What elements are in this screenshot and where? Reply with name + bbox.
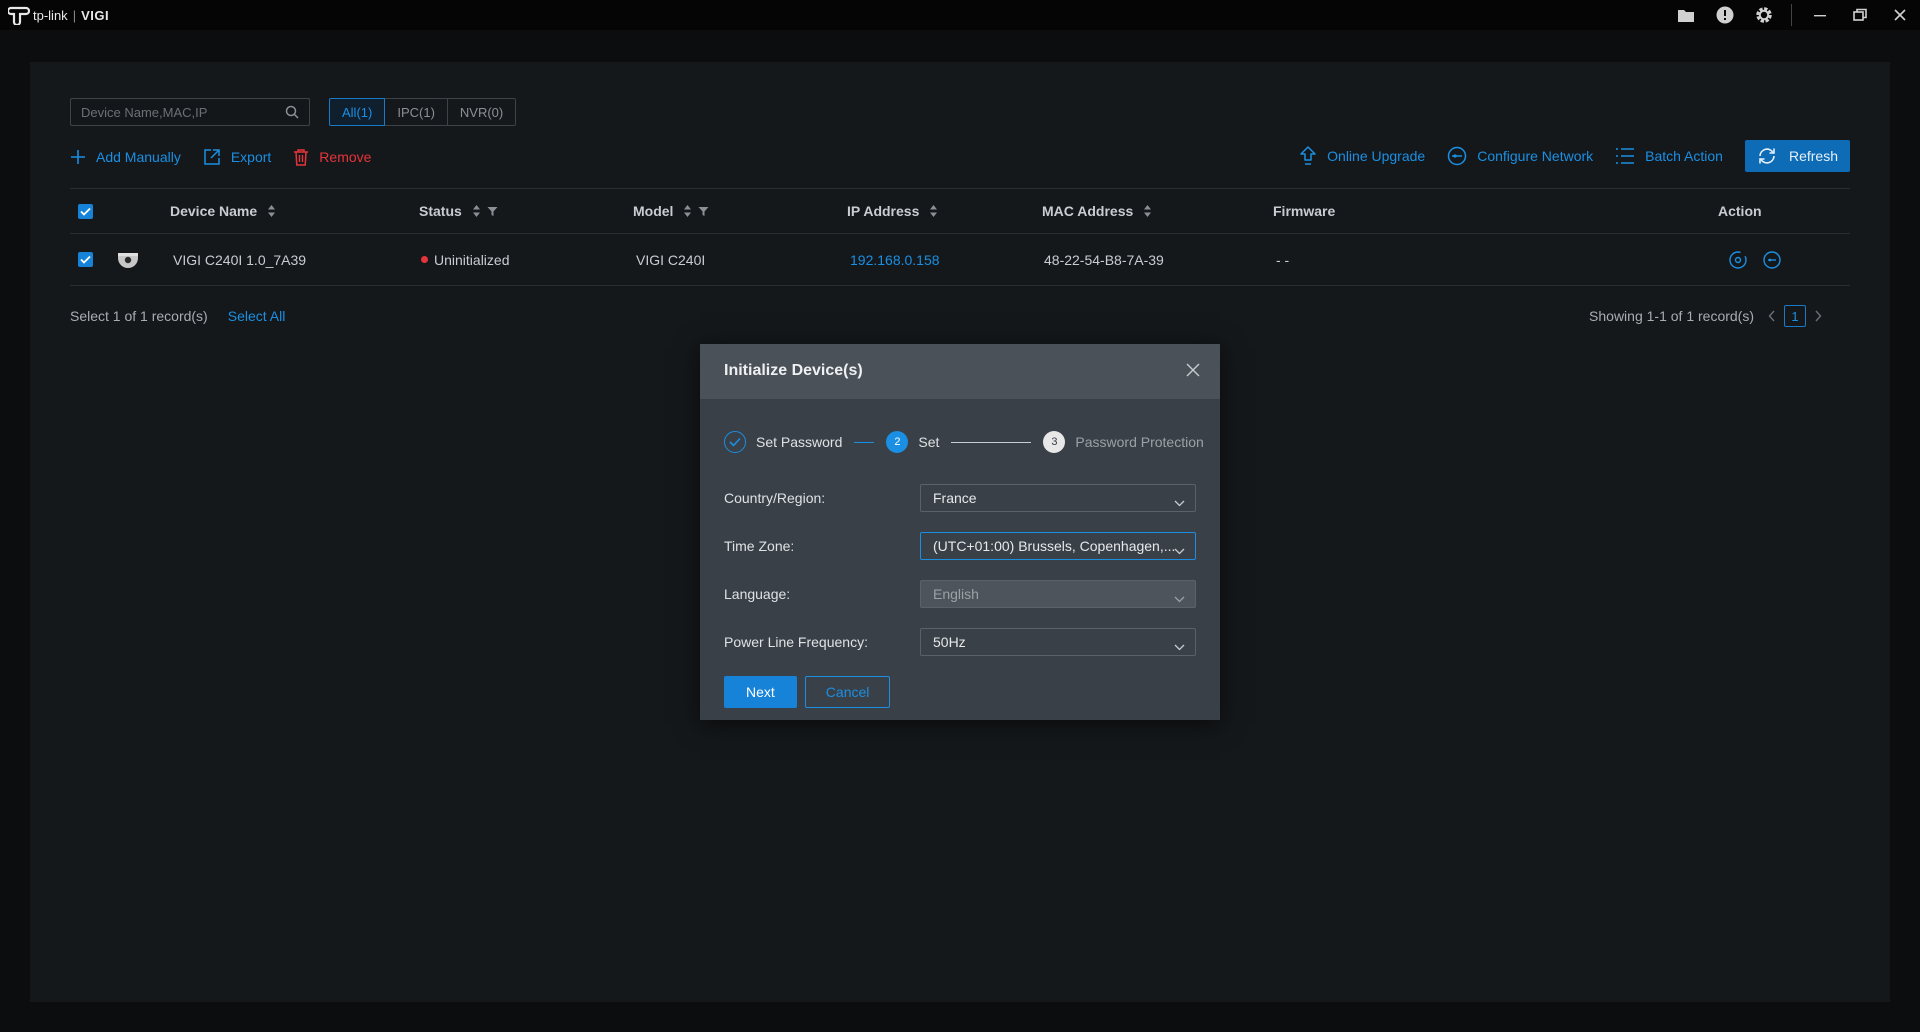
- country-region-select[interactable]: France: [920, 484, 1196, 512]
- select-all-checkbox[interactable]: [78, 203, 93, 219]
- restore-button[interactable]: [1840, 0, 1880, 30]
- step-set-password: Set Password: [756, 434, 843, 450]
- upgrade-icon: [1300, 146, 1316, 165]
- sort-icon[interactable]: [267, 204, 276, 218]
- time-zone-select[interactable]: (UTC+01:00) Brussels, Copenhagen,...: [920, 532, 1196, 560]
- title-bar: tp-link | VIGI: [0, 0, 1920, 30]
- filter-icon[interactable]: [698, 206, 709, 217]
- device-name-cell: VIGI C240I 1.0_7A39: [173, 251, 307, 268]
- sort-icon[interactable]: [929, 204, 938, 218]
- model-cell: VIGI C240I: [636, 251, 706, 268]
- table-row[interactable]: VIGI C240I 1.0_7A39 Uninitialized VIGI C…: [70, 234, 1850, 286]
- device-type-filter: All(1) IPC(1) NVR(0): [329, 98, 517, 126]
- time-zone-row: Time Zone: (UTC+01:00) Brussels, Copenha…: [724, 532, 1196, 560]
- initialize-icon[interactable]: [1728, 250, 1748, 270]
- mac-address-cell: 48-22-54-B8-7A-39: [1044, 251, 1164, 268]
- sort-icon[interactable]: [683, 204, 692, 218]
- app-logo: tp-link | VIGI: [8, 4, 109, 26]
- chevron-down-icon: [1174, 638, 1185, 654]
- step-indicator: Set Password 2 Set 3 Password Protection: [724, 430, 1204, 454]
- country-region-row: Country/Region: France: [724, 484, 1196, 512]
- info-icon[interactable]: [1705, 0, 1744, 30]
- select-all-link[interactable]: Select All: [228, 308, 286, 324]
- tplink-logo-icon: [8, 6, 30, 25]
- step-password-protection: Password Protection: [1075, 434, 1204, 450]
- column-device-name[interactable]: Device Name: [170, 189, 276, 233]
- plus-icon: [71, 150, 85, 164]
- column-firmware: Firmware: [1273, 203, 1336, 219]
- initialize-device-dialog: Initialize Device(s) Set Password 2 Set …: [700, 344, 1220, 720]
- filter-icon[interactable]: [487, 206, 498, 217]
- camera-icon: [117, 234, 139, 285]
- cancel-button[interactable]: Cancel: [804, 676, 891, 708]
- step-3-badge: 3: [1043, 431, 1066, 453]
- search-input[interactable]: [71, 99, 276, 125]
- network-settings-icon[interactable]: [1762, 250, 1782, 270]
- chevron-down-icon: [1174, 590, 1185, 606]
- dialog-title: Initialize Device(s): [724, 362, 863, 379]
- step-set: Set: [918, 434, 940, 450]
- chevron-left-icon[interactable]: [1768, 310, 1776, 322]
- dialog-header: Initialize Device(s): [700, 344, 1220, 399]
- column-action: Action: [1718, 203, 1762, 219]
- power-line-frequency-select[interactable]: 50Hz: [920, 628, 1196, 656]
- status-dot: [421, 256, 428, 263]
- filter-all[interactable]: All(1): [329, 98, 386, 126]
- search-icon[interactable]: [285, 105, 299, 124]
- brand-name: tp-link: [33, 7, 68, 23]
- language-row: Language: English: [724, 580, 1196, 608]
- online-upgrade-button[interactable]: Online Upgrade: [1299, 146, 1425, 166]
- column-ip-address[interactable]: IP Address: [847, 189, 938, 233]
- export-icon: [204, 149, 220, 165]
- trash-icon: [294, 149, 309, 166]
- chevron-down-icon: [1174, 542, 1185, 558]
- sort-icon[interactable]: [472, 204, 481, 218]
- table-header: Device Name Status Model IP Address MAC …: [70, 188, 1850, 234]
- row-checkbox[interactable]: [78, 252, 93, 267]
- column-model[interactable]: Model: [633, 189, 709, 233]
- step-2-badge: 2: [886, 431, 909, 453]
- close-icon[interactable]: [1186, 363, 1200, 382]
- gear-icon[interactable]: [1744, 0, 1783, 30]
- product-name: VIGI: [81, 7, 110, 23]
- add-manually-button[interactable]: Add Manually: [70, 149, 181, 165]
- check-icon: [724, 431, 746, 453]
- sort-icon[interactable]: [1143, 204, 1152, 218]
- batch-action-button[interactable]: Batch Action: [1615, 147, 1723, 165]
- configure-network-button[interactable]: Configure Network: [1447, 146, 1593, 166]
- column-status[interactable]: Status: [419, 189, 498, 233]
- close-window-button[interactable]: [1880, 0, 1920, 30]
- ip-address-link[interactable]: 192.168.0.158: [850, 234, 940, 285]
- power-line-frequency-row: Power Line Frequency: 50Hz: [724, 628, 1196, 656]
- minimize-button[interactable]: [1800, 0, 1840, 30]
- refresh-icon: [1759, 148, 1775, 164]
- next-button[interactable]: Next: [724, 676, 797, 708]
- refresh-button[interactable]: Refresh: [1744, 140, 1850, 172]
- page-number[interactable]: 1: [1784, 305, 1806, 327]
- record-count: Showing 1-1 of 1 record(s): [1589, 308, 1754, 324]
- status-cell: Uninitialized: [421, 234, 509, 285]
- export-button[interactable]: Export: [203, 148, 271, 166]
- pagination: Showing 1-1 of 1 record(s) 1: [1589, 304, 1830, 328]
- selection-summary: Select 1 of 1 record(s) Select All: [70, 308, 286, 324]
- network-icon: [1447, 146, 1467, 166]
- filter-nvr[interactable]: NVR(0): [446, 98, 517, 126]
- language-select[interactable]: English: [920, 580, 1196, 608]
- firmware-cell: - -: [1276, 251, 1290, 268]
- search-box[interactable]: [70, 98, 310, 126]
- list-icon: [1616, 148, 1635, 164]
- folder-icon[interactable]: [1666, 0, 1705, 30]
- chevron-down-icon: [1174, 494, 1185, 510]
- device-table: Device Name Status Model IP Address MAC …: [70, 188, 1850, 286]
- filter-ipc[interactable]: IPC(1): [384, 98, 448, 126]
- column-mac-address[interactable]: MAC Address: [1042, 189, 1152, 233]
- remove-button[interactable]: Remove: [293, 148, 371, 166]
- chevron-right-icon[interactable]: [1814, 310, 1822, 322]
